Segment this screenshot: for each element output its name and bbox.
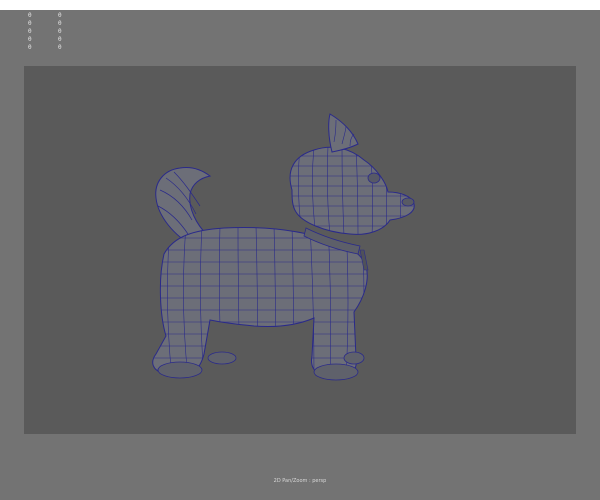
hud-value: 0: [58, 20, 62, 27]
hud-value: 0: [28, 20, 32, 27]
hud-value: 0: [28, 36, 32, 43]
hud-value: 0: [58, 12, 62, 19]
hud-value: 0: [28, 44, 32, 51]
3d-viewport[interactable]: [24, 66, 576, 434]
hud-value: 0: [28, 12, 32, 19]
hud-value: 0: [58, 36, 62, 43]
dog-model[interactable]: [24, 66, 576, 434]
heads-up-display: 0 0 0 0 0 0 0 0 0 0: [28, 12, 78, 52]
hud-value: 0: [58, 44, 62, 51]
camera-label: 2D Pan/Zoom : persp: [273, 478, 327, 484]
top-strip: [0, 0, 600, 10]
head: [289, 113, 415, 235]
maya-viewport-window: 0 0 0 0 0 0 0 0 0 0 2D Pan/Zoom: persp: [0, 0, 600, 500]
hud-value: 0: [58, 28, 62, 35]
hud-value: 0: [28, 28, 32, 35]
